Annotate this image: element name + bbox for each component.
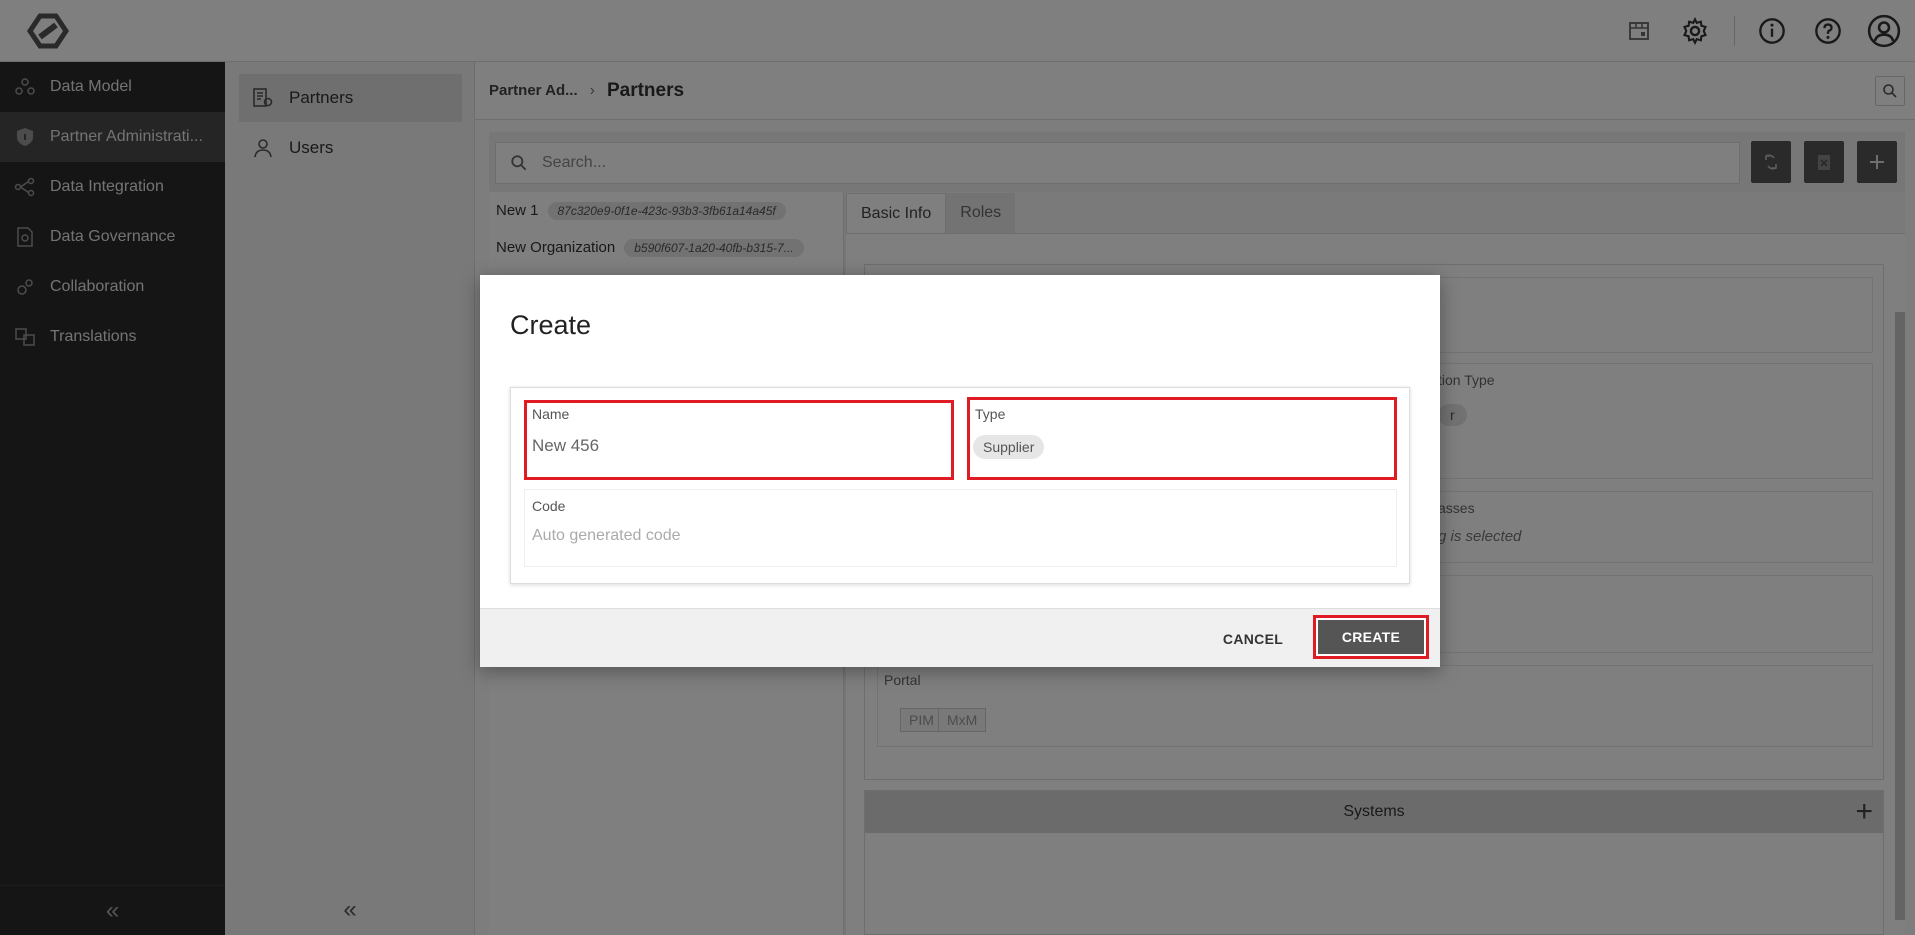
dialog-form: Name New 456 Type Supplier Code Auto gen… xyxy=(510,387,1410,584)
dialog-footer: CANCEL CREATE xyxy=(480,608,1440,667)
dialog-title: Create xyxy=(510,310,592,340)
code-input[interactable]: Auto generated code xyxy=(532,527,681,545)
code-label: Code xyxy=(532,498,566,514)
type-field[interactable]: Type Supplier xyxy=(967,397,1397,480)
cancel-button[interactable]: CANCEL xyxy=(1193,621,1313,657)
create-button[interactable]: CREATE xyxy=(1318,620,1424,654)
create-dialog: Create Name New 456 Type Supplier Code A… xyxy=(480,275,1440,667)
type-chip[interactable]: Supplier xyxy=(973,435,1045,459)
code-field[interactable]: Code Auto generated code xyxy=(524,489,1397,567)
type-label: Type xyxy=(975,406,1006,422)
create-button-highlight: CREATE xyxy=(1313,615,1429,659)
name-label: Name xyxy=(532,406,570,422)
name-input[interactable]: New 456 xyxy=(532,436,599,456)
name-field[interactable]: Name New 456 xyxy=(524,400,954,480)
